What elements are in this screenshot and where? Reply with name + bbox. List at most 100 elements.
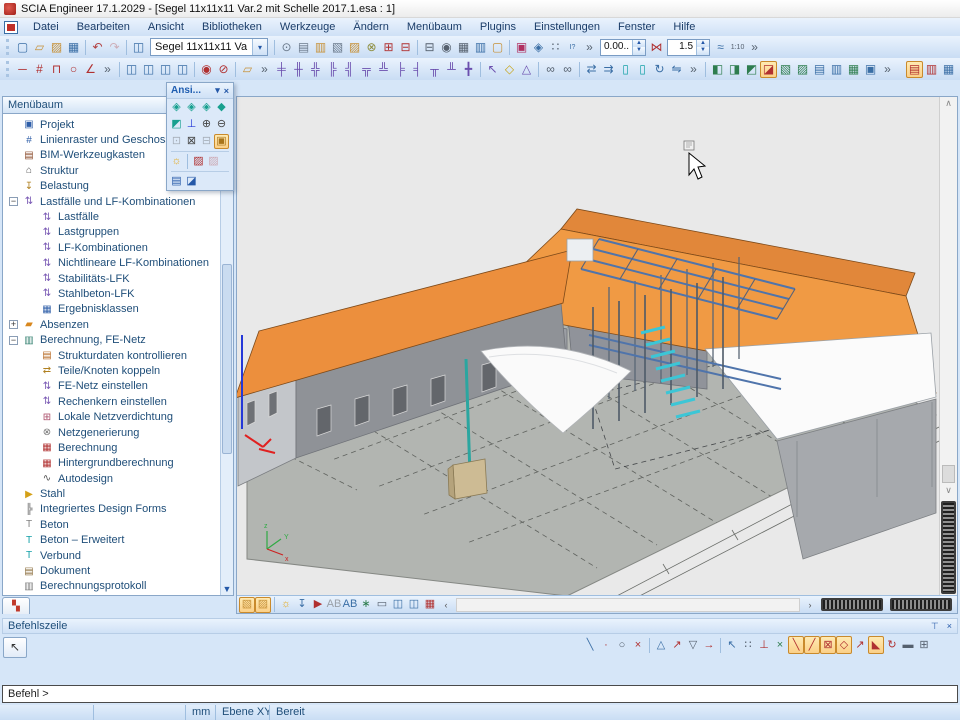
tree-item-hintergrundberechnung[interactable]: ▦Hintergrundberechnung xyxy=(3,456,233,471)
view-filter-3-icon[interactable]: ◩ xyxy=(743,61,760,78)
midpoint-cross-icon[interactable]: × xyxy=(772,636,788,654)
view-eye-icon[interactable]: ◉ xyxy=(198,61,215,78)
scroll-down-icon[interactable]: ∨ xyxy=(940,485,957,496)
status-plane[interactable]: Ebene XY xyxy=(216,705,270,720)
render-image-locked-icon[interactable]: ▨ xyxy=(206,154,221,169)
mirror-member-icon[interactable]: ⇋ xyxy=(668,61,685,78)
copy-window-2-icon[interactable]: ◫ xyxy=(140,61,157,78)
tree-item-netzgenerierung[interactable]: ⊗Netzgenerierung xyxy=(3,425,233,440)
snap-line-icon[interactable]: ╲ xyxy=(582,636,598,654)
member-tool-7-icon[interactable]: ╩ xyxy=(375,61,392,78)
snap-endpoint-icon[interactable]: ╲ xyxy=(788,636,804,654)
menu-item-bibliotheken[interactable]: Bibliotheken xyxy=(193,19,271,35)
snap-card-icon[interactable]: ⊞ xyxy=(916,636,932,654)
iso-view-1-icon[interactable]: ◈ xyxy=(169,100,184,115)
calculator-icon[interactable]: ▦ xyxy=(455,39,472,56)
search-binoculars-icon[interactable]: ∞ xyxy=(542,61,559,78)
tree-item-lastgruppen[interactable]: ⇅Lastgruppen xyxy=(3,225,233,240)
snap-delete-icon[interactable]: × xyxy=(630,636,646,654)
expand-icon[interactable]: + xyxy=(9,320,18,329)
layers-icon[interactable]: ▤ xyxy=(295,39,312,56)
overflow-icon[interactable]: » xyxy=(581,39,598,56)
member-tool-4-icon[interactable]: ╠ xyxy=(324,61,341,78)
menu-item-ansicht[interactable]: Ansicht xyxy=(139,19,193,35)
collapse-icon[interactable]: − xyxy=(9,336,18,345)
spin-up-icon[interactable]: ▲ xyxy=(633,40,645,48)
command-panel-header[interactable]: Befehlszeile ⊤ × xyxy=(2,618,958,634)
tree-item-berechnung-fe-netz[interactable]: −▥Berechnung, FE-Netz xyxy=(3,332,233,347)
copy-window-4-icon[interactable]: ◫ xyxy=(174,61,191,78)
rotation-wheel-vertical[interactable] xyxy=(941,501,956,594)
print-preview-icon[interactable]: ◉ xyxy=(438,39,455,56)
tree-item-stahl[interactable]: ▶Stahl xyxy=(3,486,233,501)
rotation-wheel-horizontal-2[interactable] xyxy=(890,598,952,611)
tree-item-beton[interactable]: TBeton xyxy=(3,517,233,532)
light-toggle-icon[interactable]: ☼ xyxy=(278,597,294,613)
print-icon[interactable]: ⊟ xyxy=(421,39,438,56)
overflow-icon[interactable]: » xyxy=(746,39,763,56)
labels-off-icon[interactable]: AB xyxy=(326,597,342,613)
render-mode-2-icon[interactable]: ▨ xyxy=(255,597,271,613)
tree-item-beton-erweitert[interactable]: TBeton – Erweitert xyxy=(3,533,233,548)
tree-item-integriertes-design-forms[interactable]: ╠Integriertes Design Forms xyxy=(3,502,233,517)
tree-item-lf-kombinationen[interactable]: ⇅LF-Kombinationen xyxy=(3,240,233,255)
tree-item-rechenkern-einstellen[interactable]: ⇅Rechenkern einstellen xyxy=(3,394,233,409)
view-filter-7-icon[interactable]: ▤ xyxy=(811,61,828,78)
tree-item-absenzen[interactable]: +▰Absenzen xyxy=(3,317,233,332)
close-icon[interactable]: × xyxy=(224,86,229,96)
menu-item-einstellungen[interactable]: Einstellungen xyxy=(525,19,609,35)
model-viewport[interactable]: z Y x ∧ ∨ ▧▨☼↧▶ABAB∗▭◫◫▦ ‹ › xyxy=(236,96,958,614)
select-poly-icon[interactable]: △ xyxy=(518,61,535,78)
tree-scroll-down-icon[interactable]: ▼ xyxy=(221,584,233,594)
tree-item-teile-knoten-koppeln[interactable]: ⇄Teile/Knoten koppeln xyxy=(3,363,233,378)
move-node-icon[interactable]: ⇄ xyxy=(583,61,600,78)
snap-flag-icon[interactable]: ▽ xyxy=(685,636,701,654)
clipboard-icon[interactable]: ▨ xyxy=(346,39,363,56)
snap-curve-icon[interactable]: → xyxy=(701,636,717,654)
scale-1-10-icon[interactable]: 1:10 xyxy=(729,39,746,56)
dimension-tool-3-icon[interactable]: ▦ xyxy=(940,61,957,78)
view-filter-8-icon[interactable]: ▥ xyxy=(828,61,845,78)
line-grid-icon[interactable]: ⊥ xyxy=(756,636,772,654)
render-axes-icon[interactable]: ∗ xyxy=(358,597,374,613)
zoom-window-icon[interactable]: ⊡ xyxy=(169,134,184,149)
tree-item-berechnung[interactable]: ▦Berechnung xyxy=(3,440,233,455)
viewport-vertical-scrollbar[interactable]: ∧ ∨ xyxy=(939,97,957,596)
iso-view-3-icon[interactable]: ◈ xyxy=(199,100,214,115)
zoom-out-icon[interactable]: ⊖ xyxy=(214,117,229,132)
snap-point-icon[interactable]: · xyxy=(598,636,614,654)
view-filter-10-icon[interactable]: ▣ xyxy=(862,61,879,78)
image-zoom-icon[interactable]: ◈ xyxy=(530,39,547,56)
overflow-icon[interactable]: » xyxy=(256,61,273,78)
view-3d-window-icon[interactable]: ◪ xyxy=(184,174,199,189)
mesh-ball-icon[interactable]: ⊗ xyxy=(363,39,380,56)
new-document-icon[interactable]: ▢ xyxy=(14,39,31,56)
chevron-down-icon[interactable]: ▾ xyxy=(252,39,267,55)
model-3d-scene[interactable]: z Y x xyxy=(237,97,939,596)
project-links-icon[interactable]: ⊙ xyxy=(278,39,295,56)
scroll-left-icon[interactable]: ‹ xyxy=(439,600,453,610)
project-tab[interactable]: ▚ xyxy=(2,597,30,614)
menu-item-fenster[interactable]: Fenster xyxy=(609,19,664,35)
spin-down-icon[interactable]: ▼ xyxy=(697,47,709,55)
coordinates-info-icon[interactable]: ▤ xyxy=(169,174,184,189)
select-lasso-icon[interactable]: ◇ xyxy=(501,61,518,78)
view-filter-4-icon[interactable]: ◪ xyxy=(760,61,777,78)
open-folder-icon[interactable]: ▱ xyxy=(31,39,48,56)
window-view-2-icon[interactable]: ◫ xyxy=(406,597,422,613)
tree-item-lastfaelle[interactable]: ⇅Lastfälle xyxy=(3,209,233,224)
tree-item-dokument[interactable]: ▤Dokument xyxy=(3,563,233,578)
scroll-up-icon[interactable]: ∧ xyxy=(940,98,957,109)
menu-item-werkzeuge[interactable]: Werkzeuge xyxy=(271,19,344,35)
open-project-folder-icon[interactable]: ▱ xyxy=(239,61,256,78)
horizontal-scrollbar[interactable] xyxy=(456,598,800,612)
menu-item-ändern[interactable]: Ändern xyxy=(344,19,397,35)
member-tool-2-icon[interactable]: ╫ xyxy=(290,61,307,78)
cursor-mode-icon[interactable]: ↖ xyxy=(7,639,24,656)
copy-window-3-icon[interactable]: ◫ xyxy=(157,61,174,78)
close-icon[interactable]: × xyxy=(947,621,952,631)
tree-item-stahlbeton-lfk[interactable]: ⇅Stahlbeton-LFK xyxy=(3,286,233,301)
scale-spinner[interactable]: 1.5 ▲▼ xyxy=(667,39,710,56)
rotate-member-icon[interactable]: ↻ xyxy=(651,61,668,78)
snap-arc-icon[interactable]: ◣ xyxy=(868,636,884,654)
